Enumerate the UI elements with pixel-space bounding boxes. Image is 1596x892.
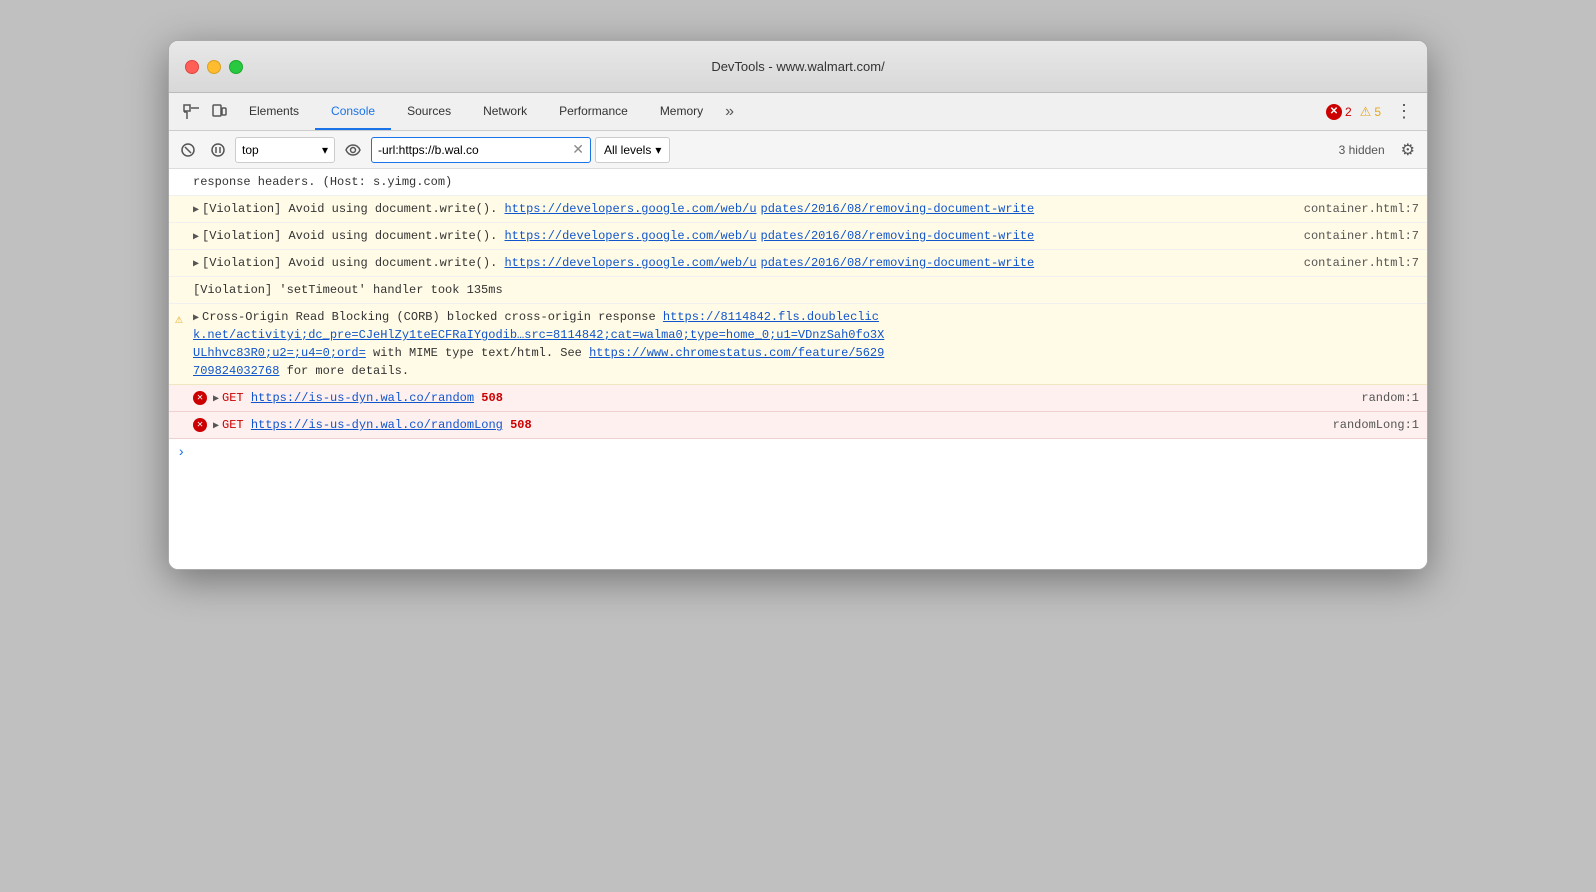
log-row-error: ✕ ▶GET https://is-us-dyn.wal.co/random 5… xyxy=(169,385,1427,412)
violation-link-line[interactable]: pdates/2016/08/removing-document-write xyxy=(761,229,1035,243)
level-dropdown-icon: ▾ xyxy=(655,143,661,157)
log-ref[interactable]: random:1 xyxy=(1353,389,1419,407)
violation-link-line[interactable]: pdates/2016/08/removing-document-write xyxy=(761,256,1035,270)
log-row-error: ✕ ▶GET https://is-us-dyn.wal.co/randomLo… xyxy=(169,412,1427,439)
pause-button[interactable] xyxy=(205,139,231,161)
tab-memory[interactable]: Memory xyxy=(644,93,719,130)
error-url-link[interactable]: https://is-us-dyn.wal.co/random xyxy=(251,391,474,405)
device-icon[interactable] xyxy=(205,93,233,130)
tabs-bar: Elements Console Sources Network Perform… xyxy=(169,93,1427,131)
more-tabs-button[interactable]: » xyxy=(719,93,740,130)
error-count-icon: ✕ xyxy=(1326,104,1342,120)
inspect-icon[interactable] xyxy=(177,93,205,130)
minimize-button[interactable] xyxy=(207,60,221,74)
level-value: All levels xyxy=(604,143,651,157)
error-icon: ✕ xyxy=(193,418,207,432)
violation-link[interactable]: https://developers.google.com/web/u xyxy=(504,202,756,216)
tab-console[interactable]: Console xyxy=(315,93,391,130)
log-row: response headers. (Host: s.yimg.com) xyxy=(169,169,1427,196)
log-row: [Violation] 'setTimeout' handler took 13… xyxy=(169,277,1427,304)
tab-performance[interactable]: Performance xyxy=(543,93,644,130)
log-row: ▶[Violation] Avoid using document.write(… xyxy=(169,223,1427,250)
context-selector[interactable]: top ▾ xyxy=(235,137,335,163)
triangle-icon: ▶ xyxy=(213,419,219,434)
log-row: ▶[Violation] Avoid using document.write(… xyxy=(169,250,1427,277)
context-value: top xyxy=(242,143,259,157)
triangle-icon: ▶ xyxy=(193,230,199,245)
triangle-icon: ▶ xyxy=(193,311,199,326)
hidden-count: 3 hidden xyxy=(1339,143,1391,157)
violation-link[interactable]: https://developers.google.com/web/u xyxy=(504,256,756,270)
violation-link[interactable]: https://developers.google.com/web/u xyxy=(504,229,756,243)
filter-input-wrap[interactable]: ✕ xyxy=(371,137,591,163)
log-text: ▶Cross-Origin Read Blocking (CORB) block… xyxy=(193,308,1419,380)
titlebar: DevTools - www.walmart.com/ xyxy=(169,41,1427,93)
window-title: DevTools - www.walmart.com/ xyxy=(711,59,884,74)
log-text: ▶GET https://is-us-dyn.wal.co/randomLong… xyxy=(213,416,1319,434)
warn-badge: ⚠ 5 xyxy=(1360,104,1381,120)
filter-clear-button[interactable]: ✕ xyxy=(572,141,584,158)
log-row: ▶[Violation] Avoid using document.write(… xyxy=(169,196,1427,223)
close-button[interactable] xyxy=(185,60,199,74)
log-ref[interactable]: container.html:7 xyxy=(1296,200,1419,218)
clear-console-button[interactable] xyxy=(175,139,201,161)
error-count: 2 xyxy=(1345,105,1352,119)
tab-network[interactable]: Network xyxy=(467,93,543,130)
traffic-lights xyxy=(185,60,243,74)
log-row-warning: ⚠ ▶Cross-Origin Read Blocking (CORB) blo… xyxy=(169,304,1427,385)
tab-sources[interactable]: Sources xyxy=(391,93,467,130)
eye-button[interactable] xyxy=(339,140,367,160)
warn-count: 5 xyxy=(1374,105,1381,119)
console-toolbar: top ▾ ✕ All levels ▾ 3 hidden ⚙ xyxy=(169,131,1427,169)
violation-link-line[interactable]: pdates/2016/08/removing-document-write xyxy=(761,202,1035,216)
console-output: response headers. (Host: s.yimg.com) ▶[V… xyxy=(169,169,1427,569)
log-text: [Violation] 'setTimeout' handler took 13… xyxy=(193,281,1419,299)
log-text: ▶[Violation] Avoid using document.write(… xyxy=(193,254,1290,272)
console-prompt[interactable]: › xyxy=(169,439,1427,467)
context-dropdown-icon: ▾ xyxy=(322,143,328,157)
log-ref[interactable]: randomLong:1 xyxy=(1325,416,1419,434)
log-text: response headers. (Host: s.yimg.com) xyxy=(193,173,1419,191)
log-text: ▶[Violation] Avoid using document.write(… xyxy=(193,227,1290,245)
filter-input[interactable] xyxy=(378,143,568,157)
tab-elements[interactable]: Elements xyxy=(233,93,315,130)
triangle-icon: ▶ xyxy=(213,392,219,407)
tabs-right: ✕ 2 ⚠ 5 ⋮ xyxy=(1326,93,1427,130)
prompt-chevron-icon: › xyxy=(177,445,185,461)
level-selector[interactable]: All levels ▾ xyxy=(595,137,670,163)
log-ref[interactable]: container.html:7 xyxy=(1296,227,1419,245)
error-url-link[interactable]: https://is-us-dyn.wal.co/randomLong xyxy=(251,418,503,432)
maximize-button[interactable] xyxy=(229,60,243,74)
devtools-window: DevTools - www.walmart.com/ Elements Con… xyxy=(168,40,1428,570)
log-text: ▶GET https://is-us-dyn.wal.co/random 508 xyxy=(213,389,1347,407)
console-settings-button[interactable]: ⚙ xyxy=(1395,136,1421,164)
triangle-icon: ▶ xyxy=(193,257,199,272)
triangle-icon: ▶ xyxy=(193,203,199,218)
error-icon: ✕ xyxy=(193,391,207,405)
devtools-menu-button[interactable]: ⋮ xyxy=(1389,97,1419,126)
log-ref[interactable]: container.html:7 xyxy=(1296,254,1419,272)
warn-count-icon: ⚠ xyxy=(1360,104,1372,120)
error-badge: ✕ 2 xyxy=(1326,104,1352,120)
log-text: ▶[Violation] Avoid using document.write(… xyxy=(193,200,1290,218)
warn-icon: ⚠ xyxy=(175,310,183,330)
